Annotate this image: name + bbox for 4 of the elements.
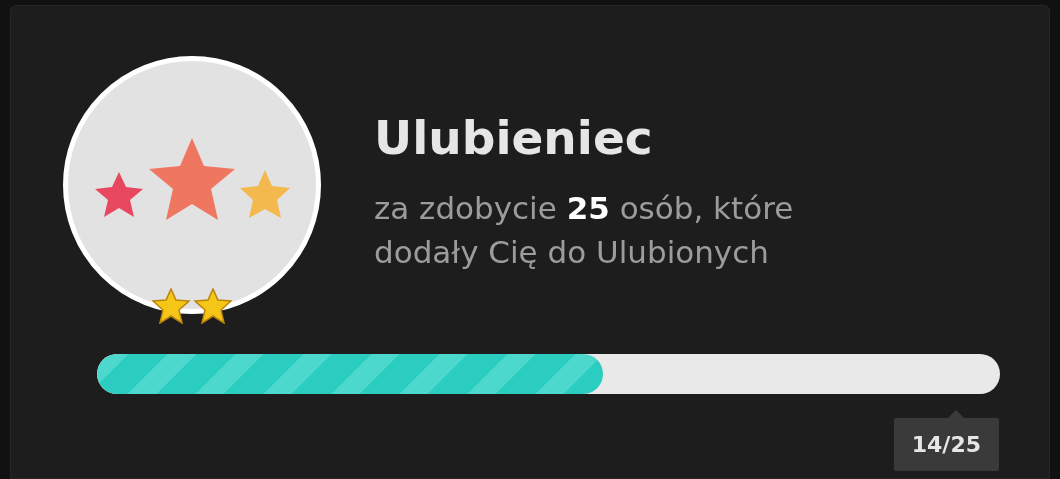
progress-tooltip: 14/25 bbox=[893, 418, 999, 471]
small-stars-icon bbox=[152, 288, 232, 324]
achievement-title: Ulubieniec bbox=[374, 109, 654, 167]
achievement-description: za zdobycie 25 osób, które dodały Cię do Ulubionych bbox=[374, 189, 795, 272]
